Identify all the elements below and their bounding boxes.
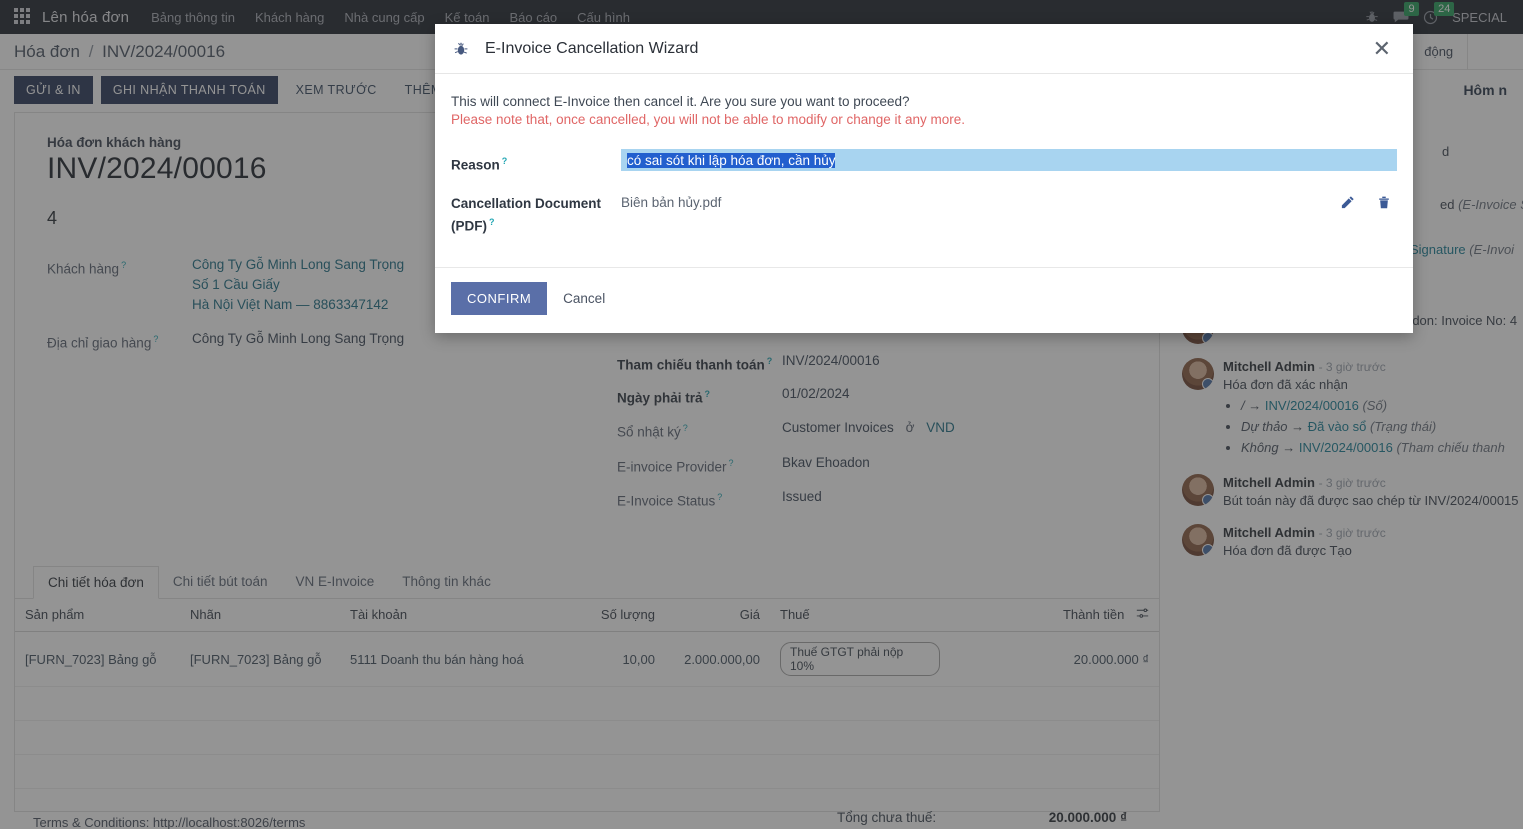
pencil-icon[interactable] — [1340, 195, 1355, 210]
cancellation-document-label: Cancellation Document (PDF)? — [451, 191, 621, 236]
dialog-body: This will connect E-Invoice then cancel … — [435, 74, 1413, 245]
confirm-button[interactable]: Confirm — [451, 282, 547, 315]
bug-icon[interactable] — [453, 41, 469, 57]
file-actions — [1340, 195, 1397, 210]
reason-field-row: Reason? — [451, 149, 1397, 175]
reason-label: Reason? — [451, 149, 621, 175]
reason-input[interactable] — [621, 149, 1397, 171]
dialog-header: E-Invoice Cancellation Wizard ✕ — [435, 24, 1413, 74]
dialog-footer: Confirm Cancel — [435, 267, 1413, 333]
cancellation-document-label-text: Cancellation Document (PDF) — [451, 196, 601, 234]
cancellation-document-value: Biên bản hủy.pdf — [621, 191, 1397, 210]
trash-icon[interactable] — [1377, 195, 1391, 210]
tooltip-icon[interactable]: ? — [489, 217, 495, 227]
close-icon[interactable]: ✕ — [1367, 36, 1397, 62]
reason-label-text: Reason — [451, 158, 500, 173]
cancellation-document-row: Cancellation Document (PDF)? Biên bản hủ… — [451, 191, 1397, 236]
einvoice-cancellation-dialog: E-Invoice Cancellation Wizard ✕ This wil… — [435, 24, 1413, 333]
cancel-button[interactable]: Cancel — [553, 282, 615, 315]
dialog-message: This will connect E-Invoice then cancel … — [451, 94, 1397, 109]
tooltip-icon[interactable]: ? — [502, 156, 508, 166]
app-root: Lên hóa đơn Bảng thông tin Khách hàng Nh… — [0, 0, 1523, 829]
dialog-title: E-Invoice Cancellation Wizard — [485, 40, 698, 58]
file-name[interactable]: Biên bản hủy.pdf — [621, 195, 721, 210]
dialog-form: Reason? Cancellation Document (PDF)? Biê… — [451, 149, 1397, 235]
dialog-warning: Please note that, once cancelled, you wi… — [451, 112, 1397, 127]
